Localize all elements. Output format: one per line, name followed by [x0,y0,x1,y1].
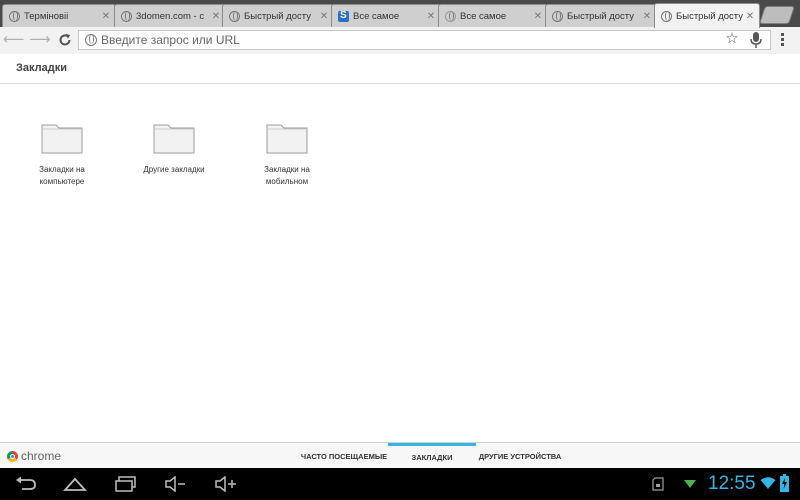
bookmark-star-icon[interactable]: ☆ [723,30,741,48]
globe-icon [661,10,672,22]
globe-icon [552,10,563,22]
globe-icon [121,10,132,22]
clock: 12:55 [708,473,756,494]
folder-label: Закладки на мобильном [264,165,310,186]
battery-charging-icon [780,474,789,492]
reload-icon [59,33,71,46]
back-nav-icon[interactable] [14,476,38,492]
toolbar: ⟵ ⟶ ☆ [0,27,800,55]
tab-4[interactable]: Все самое ✕ [331,4,441,27]
globe-icon [9,10,20,22]
folder-icon [41,124,83,154]
folder-mobile-bookmarks[interactable]: Закладки на мобильном [247,122,327,188]
omnibox-input[interactable] [101,32,721,48]
home-nav-icon[interactable] [63,476,87,492]
tab-2[interactable]: 3domen.com - с ✕ [114,4,226,27]
folder-icon [153,124,195,154]
chrome-logo-icon [7,451,18,462]
loading-icon [445,10,456,22]
tab-3[interactable]: Быстрый досту ✕ [222,4,334,27]
tab-title: Терміновіі [24,10,69,22]
recent-apps-icon[interactable] [114,476,138,492]
close-icon[interactable]: ✕ [101,11,111,22]
tab-5[interactable]: Все самое ✕ [438,4,548,27]
chrome-brand: chrome [21,449,62,463]
back-arrow-icon: ⟵ [3,31,25,48]
wifi-icon [760,477,776,489]
volume-up-icon[interactable] [214,476,238,492]
tab-label: ЧАСТО ПОСЕЩАЕМЫЕ [300,452,388,461]
forward-arrow-icon: ⟶ [29,31,51,48]
bottom-bar: chrome ЧАСТО ПОСЕЩАЕМЫЕ ЗАКЛАДКИ ДРУГИЕ … [0,442,800,469]
s-logo-icon [338,10,349,22]
back-button[interactable]: ⟵ [3,31,25,49]
page-header: Закладки [0,54,800,84]
tab-strip: Терміновіі ✕ 3domen.com - с ✕ Быстрый до… [0,0,800,28]
tab-title: Быстрый досту [676,10,743,22]
close-icon[interactable]: ✕ [426,11,436,22]
close-icon[interactable]: ✕ [533,11,543,22]
tab-6[interactable]: Быстрый досту ✕ [545,4,657,27]
folder-other-bookmarks[interactable]: Другие закладки [134,122,214,176]
close-icon[interactable]: ✕ [642,11,652,22]
tab-title: 3domen.com - с [136,10,205,22]
tab-title: Все самое [353,10,400,22]
sd-card-icon [652,477,664,491]
download-notification-icon [684,480,696,488]
system-bar: 12:55 [0,468,800,500]
page-title: Закладки [16,62,68,74]
globe-icon [229,10,240,22]
tab-title: Быстрый досту [244,10,312,22]
tab-1[interactable]: Терміновіі ✕ [2,4,116,27]
folder-label: Закладки на компьютере [39,165,85,186]
close-icon[interactable]: ✕ [211,11,221,22]
close-icon[interactable]: ✕ [319,11,329,22]
microphone-icon[interactable] [749,31,763,49]
forward-button[interactable]: ⟶ [29,31,51,49]
folder-label: Другие закладки [143,165,205,174]
tab-title: Все самое [460,10,507,22]
reload-button[interactable] [55,31,75,49]
tab-title: Быстрый досту [567,10,635,22]
tab-other-devices[interactable]: ДРУГИЕ УСТРОЙСТВА [476,443,564,469]
tab-7-active[interactable]: Быстрый досту ✕ [654,3,760,28]
tab-label: ЗАКЛАДКИ [411,453,453,462]
tab-most-visited[interactable]: ЧАСТО ПОСЕЩАЕМЫЕ [300,443,388,469]
close-icon[interactable]: ✕ [745,11,755,22]
volume-down-icon[interactable] [164,476,188,492]
folder-desktop-bookmarks[interactable]: Закладки на компьютере [22,122,102,188]
folder-icon [266,124,308,154]
new-tab-button[interactable] [759,6,795,24]
globe-icon [85,34,97,46]
tab-label: ДРУГИЕ УСТРОЙСТВА [478,452,562,461]
omnibox[interactable] [78,30,771,50]
menu-icon[interactable] [781,33,785,49]
